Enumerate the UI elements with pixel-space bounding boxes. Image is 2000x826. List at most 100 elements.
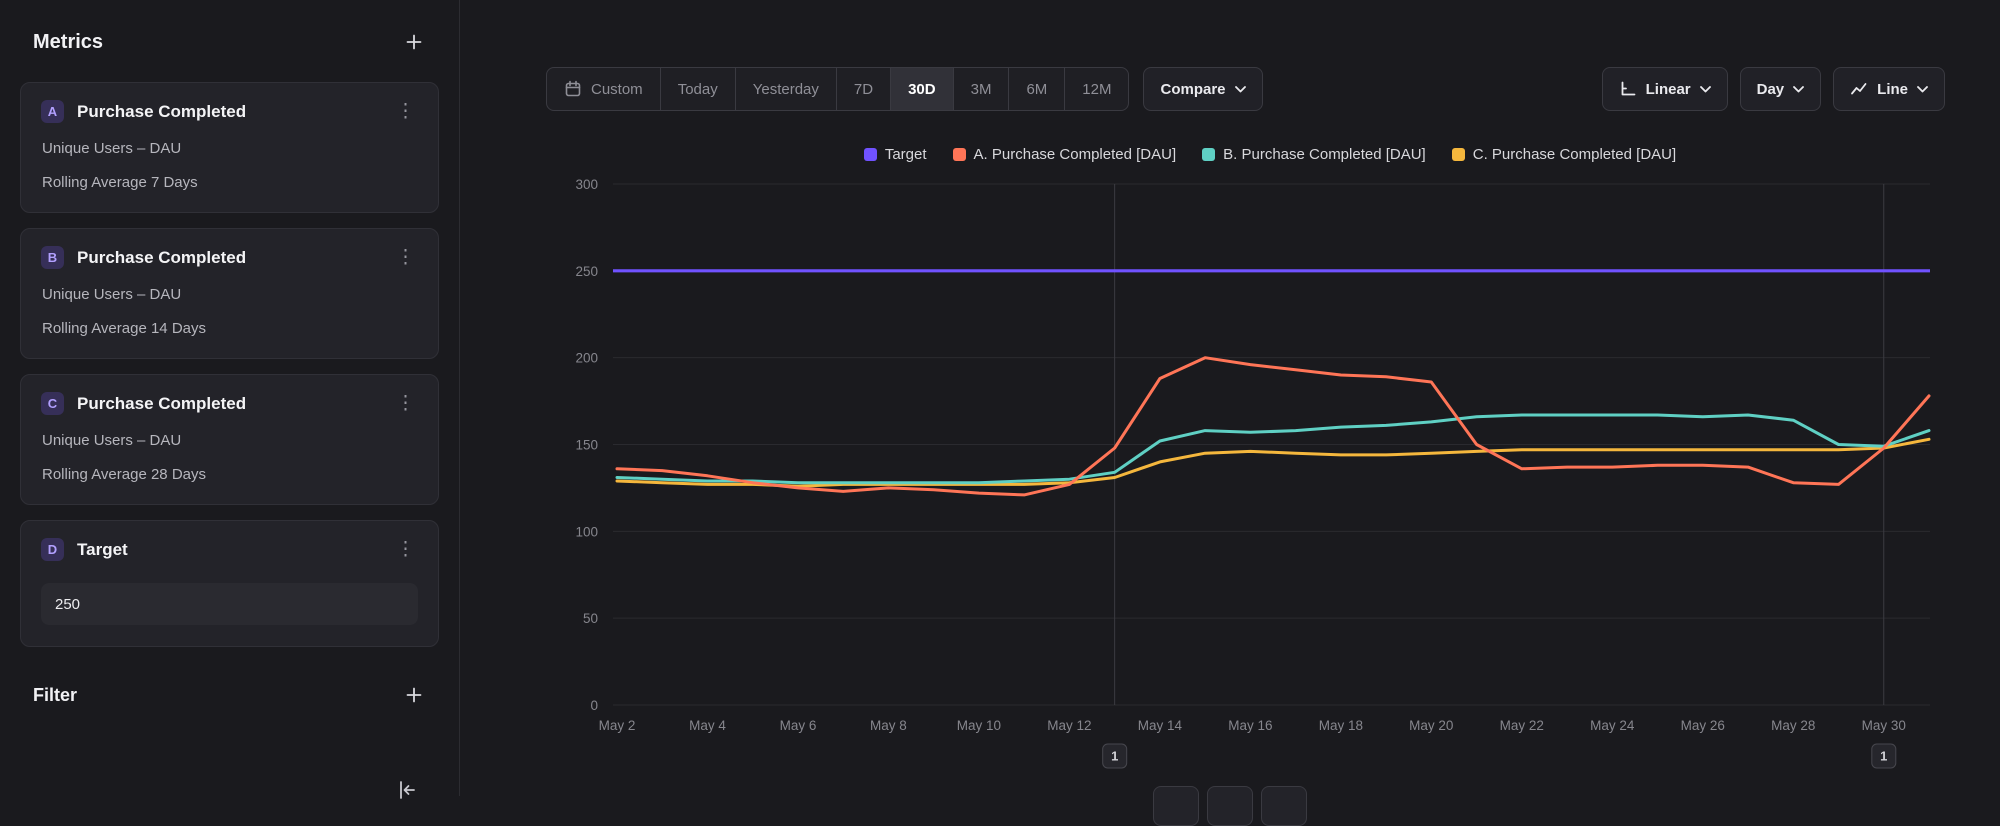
compare-button[interactable]: Compare [1143, 67, 1262, 111]
range-label: Today [678, 81, 718, 98]
range-custom[interactable]: Custom [547, 68, 660, 110]
chart-footer-tools [460, 786, 2000, 826]
legend-swatch [953, 148, 966, 161]
range-label: Custom [591, 81, 643, 98]
range-3m[interactable]: 3M [953, 68, 1009, 110]
add-filter-button[interactable] [402, 683, 426, 707]
x-tick-label: May 4 [689, 718, 726, 733]
legend-item[interactable]: C. Purchase Completed [DAU] [1452, 146, 1676, 163]
interval-button[interactable]: Day [1740, 67, 1822, 111]
x-tick-label: May 16 [1228, 718, 1272, 733]
interval-label: Day [1757, 81, 1785, 98]
x-tick-label: May 20 [1409, 718, 1453, 733]
metric-card-head: A Purchase Completed ⋮ [41, 100, 418, 123]
legend-item[interactable]: B. Purchase Completed [DAU] [1202, 146, 1426, 163]
collapse-sidebar-icon[interactable] [396, 779, 418, 806]
target-title: Target [77, 540, 393, 560]
add-metric-button[interactable] [402, 30, 426, 54]
x-tick-label: May 26 [1681, 718, 1725, 733]
chart-type-button[interactable]: Line [1833, 67, 1945, 111]
filter-title: Filter [33, 685, 77, 706]
y-tick-label: 250 [575, 264, 598, 279]
metric-title: Purchase Completed [77, 102, 393, 122]
series-line[interactable] [617, 358, 1929, 495]
plus-icon [405, 686, 423, 704]
segments-icon[interactable] [1207, 786, 1253, 826]
kebab-menu-icon[interactable]: ⋮ [393, 102, 418, 121]
range-label: 30D [908, 81, 936, 98]
range-7d[interactable]: 7D [836, 68, 890, 110]
metric-measurement[interactable]: Unique Users – DAU [41, 286, 418, 303]
chart-display-controls: Linear Day Line [1602, 67, 1945, 111]
y-tick-label: 100 [575, 524, 598, 539]
range-12m[interactable]: 12M [1064, 68, 1128, 110]
annotations-icon[interactable] [1153, 786, 1199, 826]
metric-card-c[interactable]: C Purchase Completed ⋮ Unique Users – DA… [20, 374, 439, 505]
metric-aggregation[interactable]: Rolling Average 7 Days [41, 174, 418, 191]
chart-canvas: 050100150200250300May 2May 4May 6May 8Ma… [460, 170, 2000, 796]
line-chart-icon [1850, 80, 1868, 98]
chart-toolbar: Custom Today Yesterday 7D 30D 3M 6M 12M Compare… [546, 67, 1945, 111]
x-tick-label: May 2 [599, 718, 636, 733]
chevron-down-icon [1235, 86, 1246, 93]
x-tick-label: May 18 [1319, 718, 1363, 733]
plus-icon [405, 33, 423, 51]
axis-icon [1619, 80, 1637, 98]
legend-label: Target [885, 146, 927, 163]
metric-measurement[interactable]: Unique Users – DAU [41, 432, 418, 449]
metric-letter-badge: D [41, 538, 64, 561]
x-tick-label: May 24 [1590, 718, 1635, 733]
legend-label: B. Purchase Completed [DAU] [1223, 146, 1426, 163]
range-label: 7D [854, 81, 873, 98]
sidebar: Metrics A Purchase Completed ⋮ Unique Us… [0, 0, 460, 796]
legend-item[interactable]: Target [864, 146, 927, 163]
scale-button[interactable]: Linear [1602, 67, 1728, 111]
range-30d[interactable]: 30D [890, 68, 953, 110]
x-tick-label: May 28 [1771, 718, 1815, 733]
metric-aggregation[interactable]: Rolling Average 28 Days [41, 466, 418, 483]
metric-card-head: C Purchase Completed ⋮ [41, 392, 418, 415]
metric-title: Purchase Completed [77, 248, 393, 268]
legend-label: C. Purchase Completed [DAU] [1473, 146, 1676, 163]
kebab-menu-icon[interactable]: ⋮ [393, 248, 418, 267]
expand-icon[interactable] [1261, 786, 1307, 826]
metric-card-a[interactable]: A Purchase Completed ⋮ Unique Users – DA… [20, 82, 439, 213]
range-label: Yesterday [753, 81, 819, 98]
chart-type-label: Line [1877, 81, 1908, 98]
svg-text:1: 1 [1111, 749, 1118, 764]
annotation-badge[interactable]: 1 [1872, 744, 1896, 768]
target-value-input[interactable] [41, 583, 418, 625]
y-tick-label: 50 [583, 611, 598, 626]
annotation-badge[interactable]: 1 [1103, 744, 1127, 768]
metric-card-b[interactable]: B Purchase Completed ⋮ Unique Users – DA… [20, 228, 439, 359]
chevron-down-icon [1793, 86, 1804, 93]
metric-measurement[interactable]: Unique Users – DAU [41, 140, 418, 157]
target-card[interactable]: D Target ⋮ [20, 520, 439, 647]
kebab-menu-icon[interactable]: ⋮ [393, 540, 418, 559]
chevron-down-icon [1917, 86, 1928, 93]
range-yesterday[interactable]: Yesterday [735, 68, 836, 110]
range-label: 3M [971, 81, 992, 98]
x-tick-label: May 8 [870, 718, 907, 733]
metric-title: Purchase Completed [77, 394, 393, 414]
x-tick-label: May 22 [1500, 718, 1544, 733]
metric-letter-badge: A [41, 100, 64, 123]
date-range-selector: Custom Today Yesterday 7D 30D 3M 6M 12M [546, 67, 1129, 111]
range-6m[interactable]: 6M [1008, 68, 1064, 110]
svg-text:1: 1 [1880, 749, 1887, 764]
kebab-menu-icon[interactable]: ⋮ [393, 394, 418, 413]
scale-label: Linear [1646, 81, 1691, 98]
legend-swatch [1452, 148, 1465, 161]
chevron-down-icon [1700, 86, 1711, 93]
legend-item[interactable]: A. Purchase Completed [DAU] [953, 146, 1177, 163]
range-today[interactable]: Today [660, 68, 735, 110]
metrics-title: Metrics [33, 31, 103, 54]
metrics-header: Metrics [20, 30, 439, 54]
chart-legend: Target A. Purchase Completed [DAU] B. Purc… [460, 146, 2000, 163]
metric-letter-badge: B [41, 246, 64, 269]
range-label: 6M [1026, 81, 1047, 98]
legend-label: A. Purchase Completed [DAU] [974, 146, 1177, 163]
filter-header: Filter [20, 683, 439, 707]
metric-aggregation[interactable]: Rolling Average 14 Days [41, 320, 418, 337]
series-line[interactable] [617, 439, 1929, 486]
